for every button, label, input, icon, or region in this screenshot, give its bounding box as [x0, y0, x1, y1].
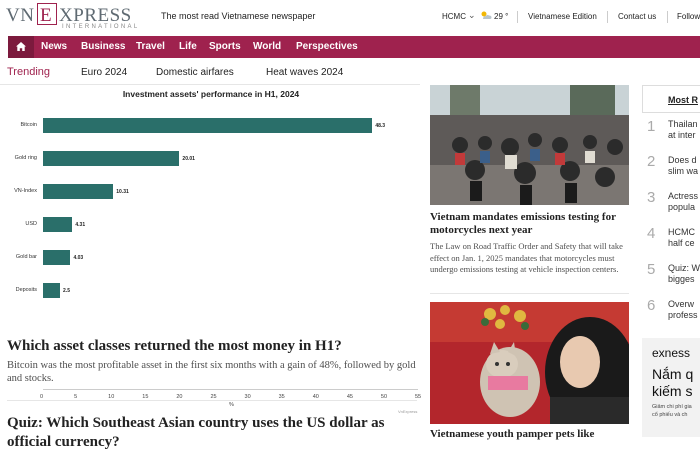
article-headline[interactable]: Which asset classes returned the most mo…: [7, 338, 417, 355]
contact-us-link[interactable]: Contact us: [618, 12, 656, 21]
most-read-item-line[interactable]: HCMC: [668, 227, 700, 238]
motorcycle-traffic-image: [430, 85, 629, 205]
nav-news[interactable]: News: [41, 41, 67, 52]
home-button[interactable]: [8, 36, 34, 58]
nav-sports[interactable]: Sports: [209, 41, 241, 52]
data-label: 4.03: [73, 255, 84, 261]
most-read-item-line[interactable]: slim wa: [668, 166, 700, 177]
most-read-item-line[interactable]: Quiz: W: [668, 263, 700, 274]
data-label: 2.5: [63, 288, 70, 294]
trending-item[interactable]: Heat waves 2024: [266, 67, 343, 78]
most-read-item-line[interactable]: Actress: [668, 191, 700, 202]
divider: [667, 11, 668, 23]
pet-image: [430, 302, 629, 424]
story-lead: The Law on Road Traffic Order and Safety…: [430, 241, 623, 274]
divider: [430, 293, 629, 294]
nav-business[interactable]: Business: [81, 41, 125, 52]
vietnamese-edition-link[interactable]: Vietnamese Edition: [528, 12, 597, 21]
bar-deposits[interactable]: [43, 283, 61, 298]
ad-headline: kiếm s: [652, 383, 693, 399]
most-read-column: Most R 1 Thailan at inter 2 Does d slim …: [642, 85, 700, 437]
data-label: 20.01: [182, 156, 195, 162]
most-read-item-line[interactable]: Does d: [668, 155, 700, 166]
most-read-item-line[interactable]: profess: [668, 310, 700, 321]
bar-bitcoin[interactable]: [43, 118, 373, 133]
divider: [517, 11, 518, 23]
data-label: 48.3: [375, 123, 386, 129]
ad-headline: Nắm q: [652, 366, 694, 382]
bar-gold-bar[interactable]: [43, 250, 71, 265]
tagline: The most read Vietnamese newspaper: [161, 11, 316, 21]
most-read-item-line[interactable]: half ce: [668, 238, 700, 249]
partly-cloudy-icon: [481, 11, 492, 19]
bar-gold-ring[interactable]: [43, 151, 180, 166]
data-label: 10.31: [116, 189, 129, 195]
location-selector[interactable]: HCMC: [442, 12, 466, 21]
category-label: VN-Index: [14, 188, 37, 194]
article-lead: Bitcoin was the most profitable asset in…: [7, 360, 416, 384]
trending-label: Trending: [7, 66, 51, 78]
trending-bar: Trending Euro 2024 Domestic airfares Hea…: [0, 58, 420, 85]
story-title[interactable]: Vietnam mandates emissions testing for m…: [430, 211, 629, 237]
data-label: 4.31: [75, 222, 86, 228]
most-read-header[interactable]: Most R: [642, 85, 700, 113]
nav-travel[interactable]: Travel: [136, 41, 165, 52]
home-icon: [16, 42, 26, 51]
nav-life[interactable]: Life: [179, 41, 197, 52]
performance-chart[interactable]: Investment assets' performance in H1, 20…: [7, 84, 421, 414]
main-nav: News Business Travel Life Sports World P…: [8, 36, 700, 58]
motorcycle-traffic-photo[interactable]: [430, 85, 629, 205]
rank-number: 5: [647, 261, 656, 278]
rank-number: 2: [647, 153, 656, 170]
trending-item[interactable]: Domestic airfares: [156, 67, 234, 78]
most-read-title: Most R: [668, 95, 698, 105]
most-read-item-line[interactable]: bigges: [668, 274, 700, 285]
bar-usd[interactable]: [43, 217, 73, 232]
story-title[interactable]: Vietnamese youth pamper pets like: [430, 428, 629, 441]
most-read-item-line[interactable]: Thailan: [668, 119, 700, 130]
follow-link[interactable]: Follow: [677, 12, 700, 21]
rank-number: 3: [647, 189, 656, 206]
logo-e: E: [40, 5, 52, 26]
category-label: Gold ring: [14, 155, 37, 161]
x-axis-line: [43, 389, 418, 390]
category-label: Deposits: [15, 287, 37, 293]
category-label: USD: [25, 221, 37, 227]
category-label: Bitcoin: [20, 122, 37, 128]
bar-vn-index[interactable]: [43, 184, 114, 199]
divider: [607, 11, 608, 23]
rank-number: 1: [647, 118, 656, 135]
logo-vn: VN: [6, 5, 35, 26]
pet-photo[interactable]: [430, 302, 629, 424]
next-article-headline[interactable]: Quiz: Which Southeast Asian country uses…: [7, 414, 417, 452]
advertisement[interactable]: exness Nắm q kiếm s Giảm chi phí gia cổ …: [642, 338, 700, 437]
ad-logo: exness: [652, 346, 691, 360]
rank-number: 4: [647, 225, 656, 242]
category-label: Gold bar: [15, 254, 37, 260]
x-axis-label: %: [229, 402, 234, 408]
most-read-item-line[interactable]: popula: [668, 202, 700, 213]
nav-perspectives[interactable]: Perspectives: [296, 41, 358, 52]
divider: [7, 400, 417, 401]
ad-text-line: Giảm chi phí gia: [652, 404, 692, 410]
chart-title: Investment assets' performance in H1, 20…: [122, 89, 300, 99]
temperature: 29 °: [494, 12, 509, 21]
nav-world[interactable]: World: [253, 41, 281, 52]
trending-item[interactable]: Euro 2024: [81, 67, 127, 78]
ad-text: Giảm chi phí gia cổ phiếu và ch: [652, 403, 700, 419]
chevron-down-icon[interactable]: ⌄: [468, 10, 476, 21]
logo-international: INTERNATIONAL: [62, 24, 140, 30]
rank-number: 6: [647, 297, 656, 314]
most-read-item-line[interactable]: Overw: [668, 299, 700, 310]
most-read-item-line[interactable]: at inter: [668, 130, 700, 141]
top-bar: VN E XPRESS INTERNATIONAL The most read …: [0, 0, 700, 34]
ad-text-line: cổ phiếu và ch: [652, 412, 688, 418]
